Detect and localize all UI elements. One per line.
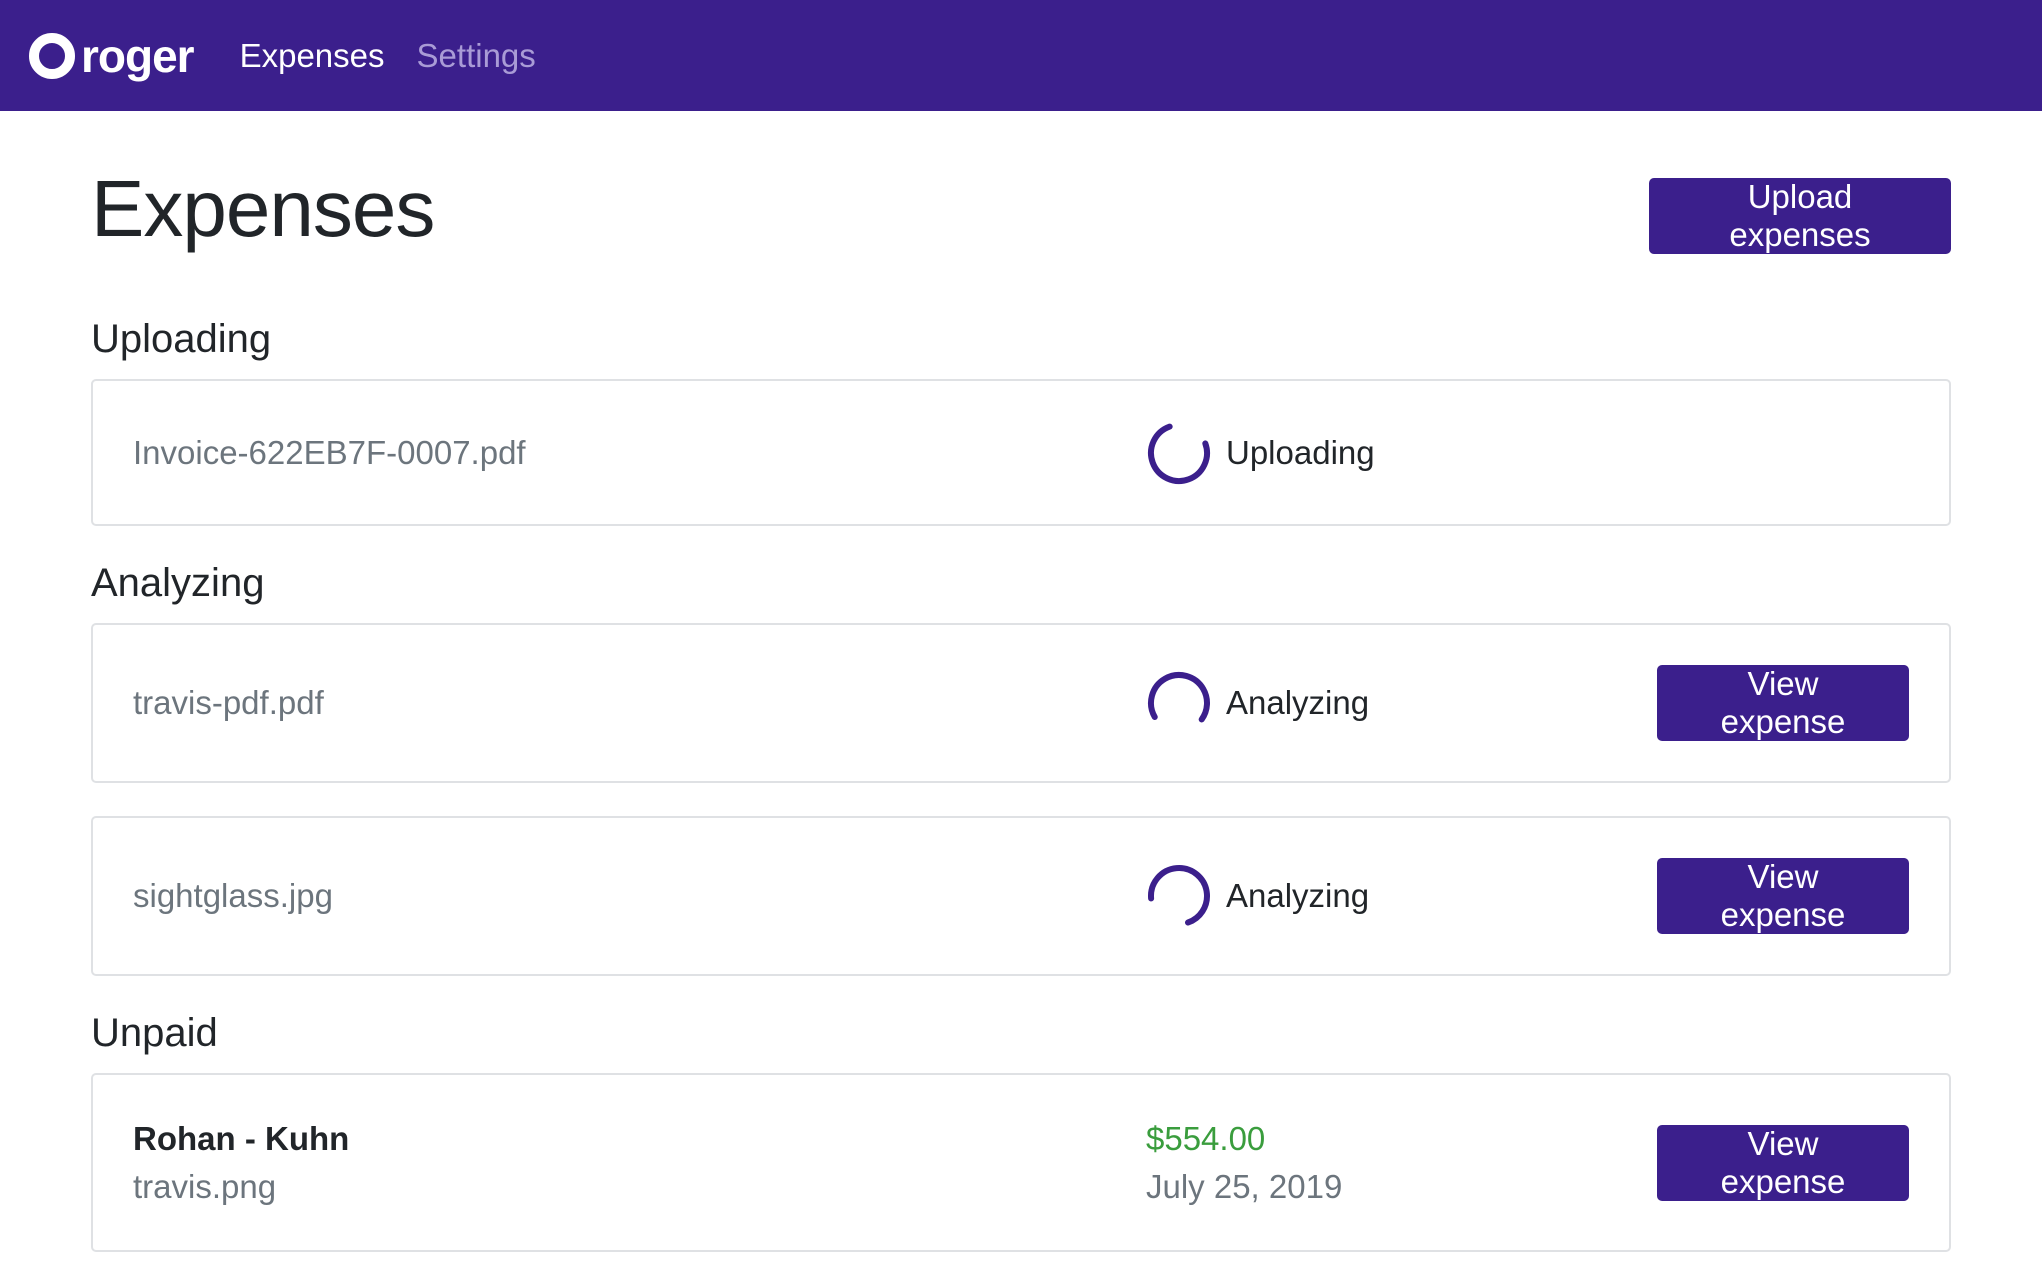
nav-link-settings[interactable]: Settings [417, 37, 536, 75]
top-navbar: roger Expenses Settings [0, 0, 2042, 111]
upload-expenses-button[interactable]: Upload expenses [1649, 178, 1951, 254]
status-label: Analyzing [1226, 684, 1370, 721]
file-name: sightglass.jpg [133, 877, 333, 914]
logo-ring-icon [29, 32, 75, 79]
brand-name: roger [81, 29, 195, 82]
view-expense-button[interactable]: View expense [1657, 858, 1909, 934]
expense-card: sightglass.jpg Analyzing View expense [91, 816, 1951, 976]
spinner-icon [1148, 865, 1210, 928]
expense-card: Rohan - Kuhn travis.png $554.00 July 25,… [91, 1073, 1951, 1252]
expense-card: Invoice-622EB7F-0007.pdf Uploading [91, 379, 1951, 526]
page-title: Expenses [91, 164, 435, 253]
expense-amount: $554.00 [1146, 1119, 1266, 1157]
status-cell: Analyzing [1146, 863, 1657, 929]
brand-logo[interactable]: roger [29, 29, 195, 83]
nav-link-expenses[interactable]: Expenses [240, 37, 385, 75]
view-expense-button[interactable]: View expense [1657, 665, 1909, 741]
expense-date: July 25, 2019 [1146, 1167, 1343, 1205]
expense-card: travis-pdf.pdf Analyzing View expense [91, 623, 1951, 783]
vendor-name: Rohan - Kuhn [133, 1119, 350, 1157]
expense-info: Rohan - Kuhn travis.png [133, 1120, 1146, 1206]
spinner-icon [1148, 421, 1210, 484]
section-title-analyzing: Analyzing [91, 561, 265, 605]
main-content: Expenses Upload expenses Uploading Invoi… [0, 111, 2042, 1252]
spinner-icon [1148, 671, 1210, 734]
page-header: Expenses Upload expenses [91, 111, 1951, 307]
status-cell: Analyzing [1146, 670, 1657, 736]
status-label: Analyzing [1226, 877, 1370, 914]
amount-cell: $554.00 July 25, 2019 [1146, 1120, 1657, 1206]
section-title-unpaid: Unpaid [91, 1011, 218, 1055]
file-name: travis.png [133, 1167, 277, 1205]
view-expense-button[interactable]: View expense [1657, 1124, 1909, 1201]
file-name: Invoice-622EB7F-0007.pdf [133, 433, 526, 471]
status-cell: Uploading [1146, 420, 1909, 486]
section-title-uploading: Uploading [91, 317, 272, 361]
file-name: travis-pdf.pdf [133, 684, 324, 721]
status-label: Uploading [1226, 433, 1375, 471]
